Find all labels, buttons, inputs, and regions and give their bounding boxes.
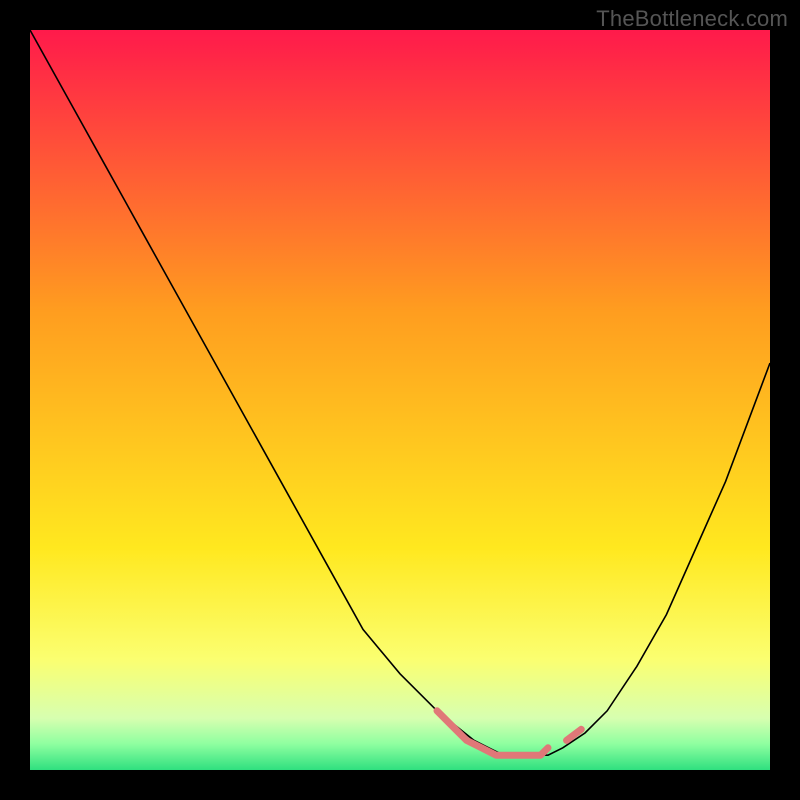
plot-background — [30, 30, 770, 770]
bottleneck-chart — [0, 0, 800, 800]
watermark-text: TheBottleneck.com — [596, 6, 788, 32]
